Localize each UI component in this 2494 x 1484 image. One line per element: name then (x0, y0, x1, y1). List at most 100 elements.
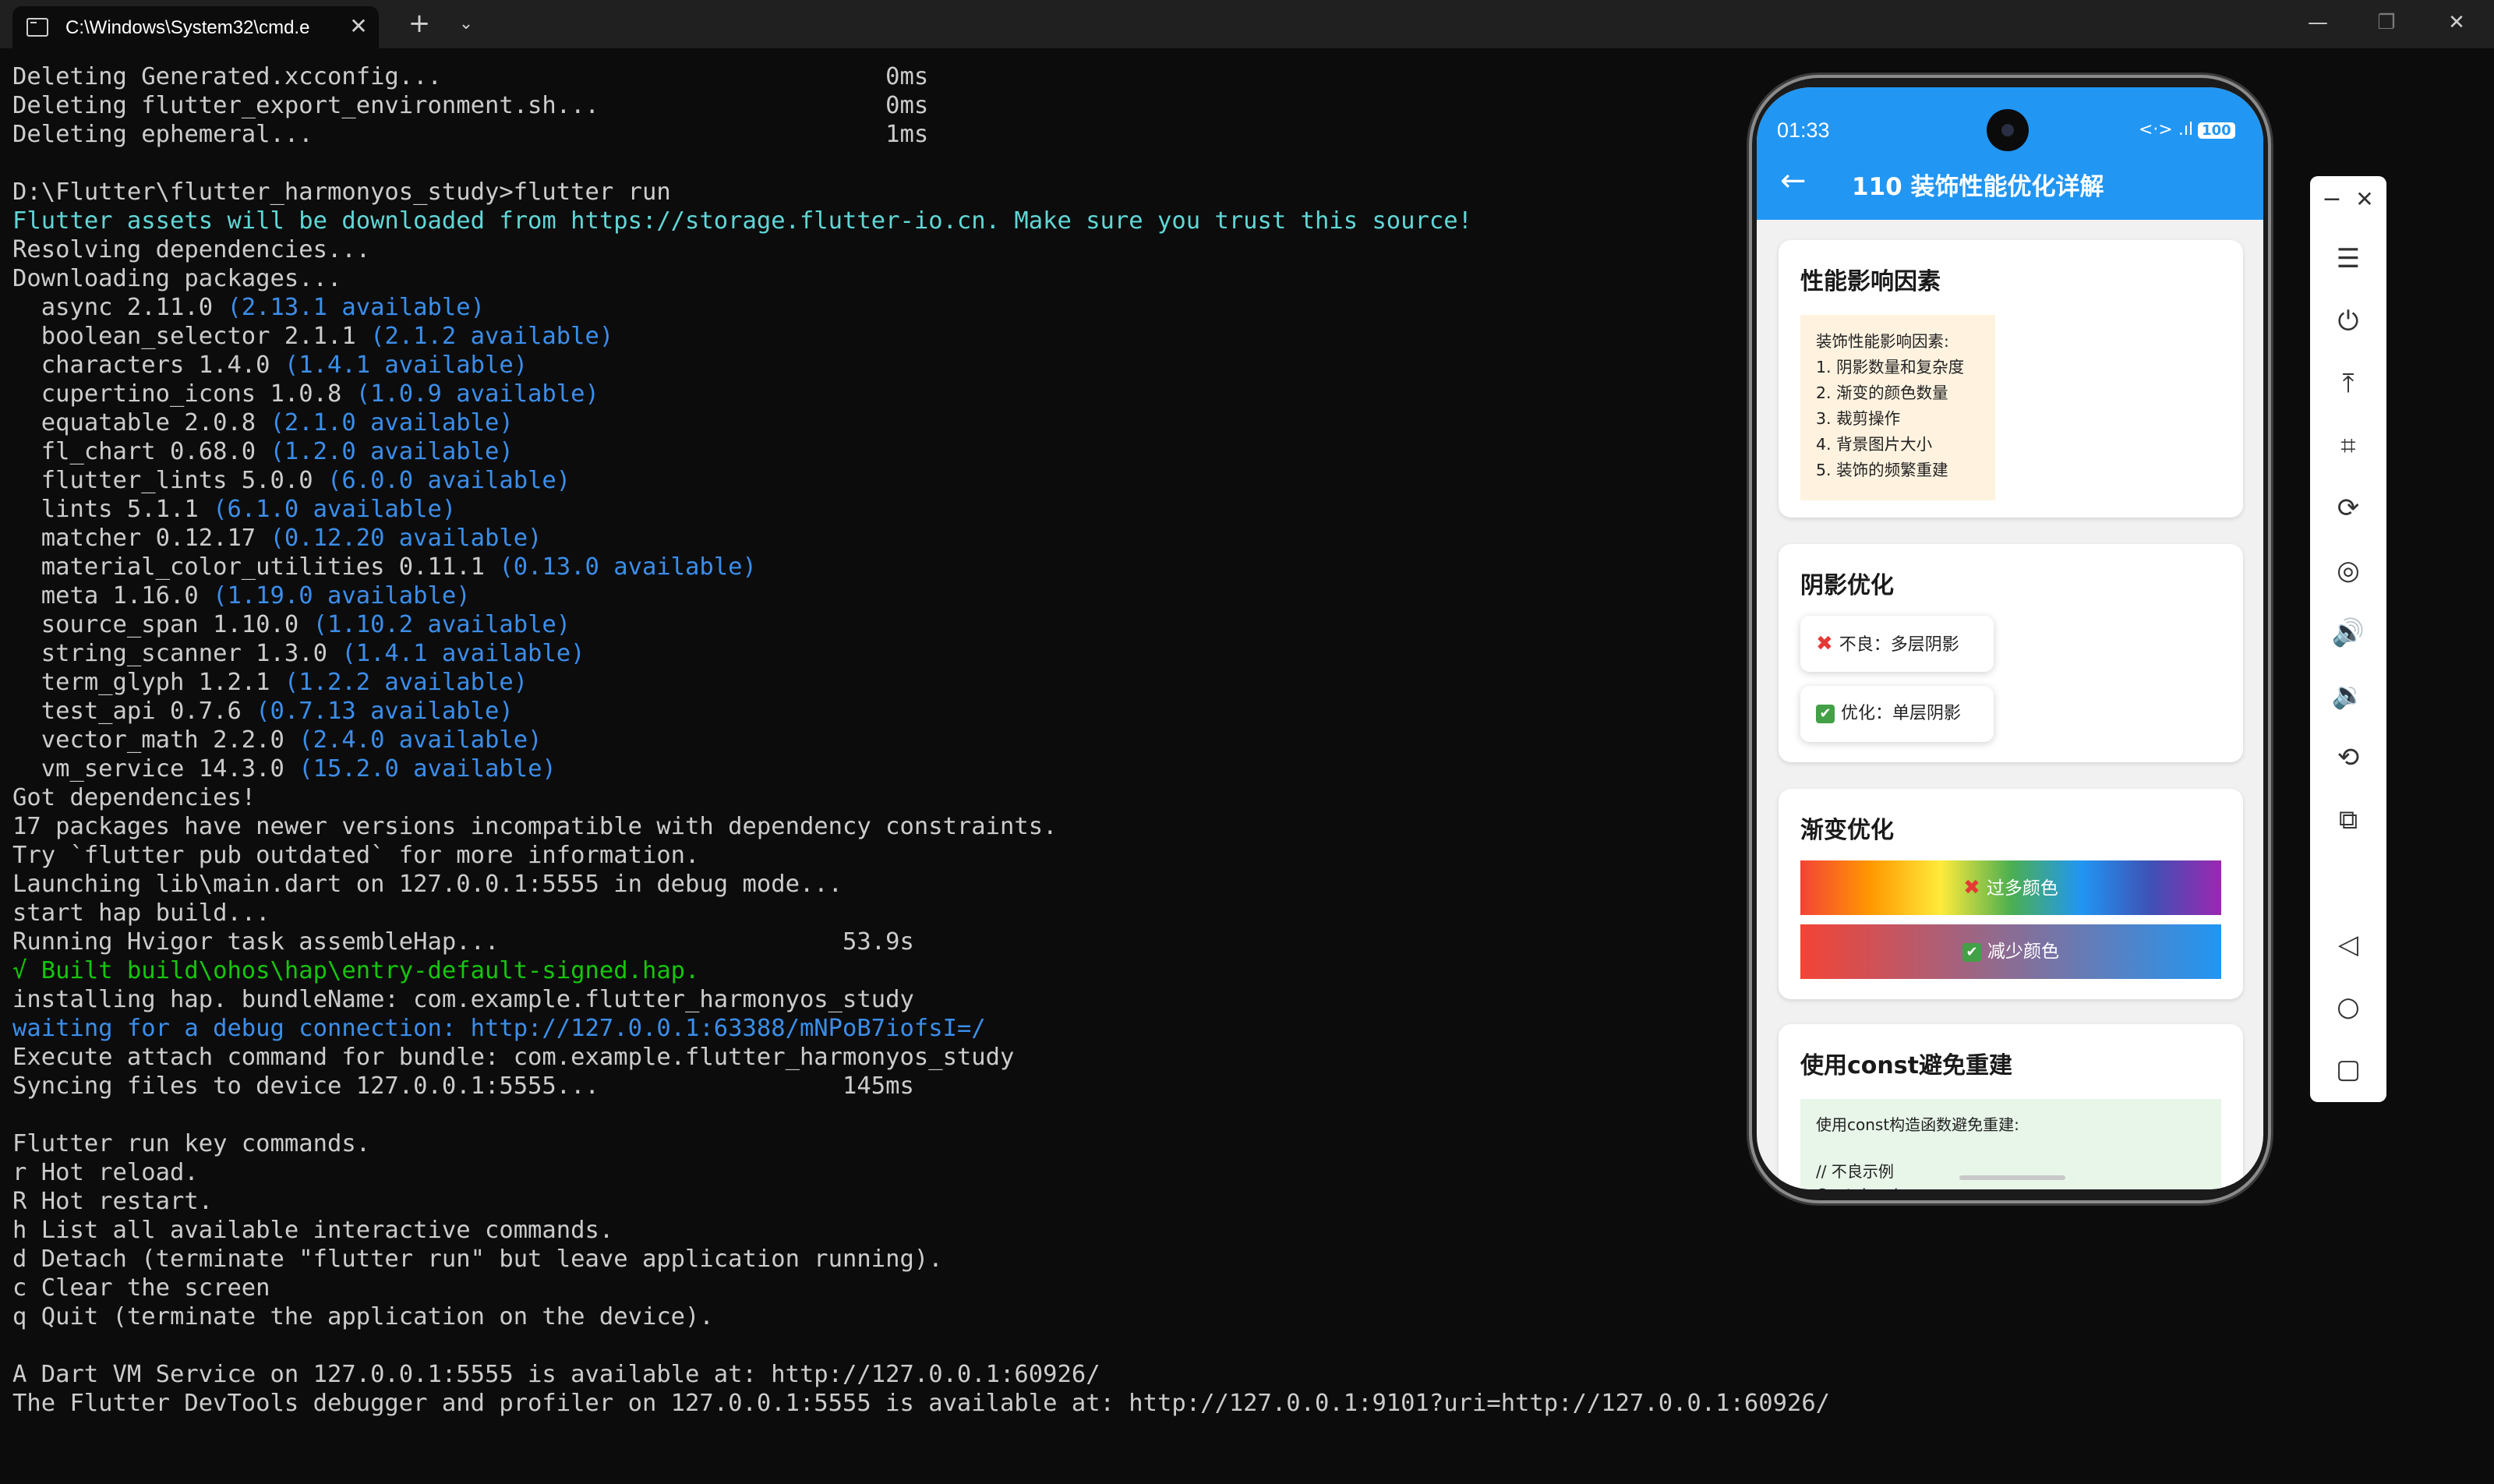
terminal-line: boolean_selector 2.1.1 (2.1.2 available) (12, 322, 1727, 351)
terminal-line: start hap build... (12, 899, 1727, 928)
terminal-line: material_color_utilities 0.11.1 (0.13.0 … (12, 553, 1727, 581)
terminal-text: vm_service 14.3.0 (12, 755, 299, 783)
terminal-line: Got dependencies! (12, 783, 1727, 812)
terminal-text: lints 5.1.1 (12, 496, 214, 523)
terminal-line: 17 packages have newer versions incompat… (12, 812, 1727, 841)
terminal-line: flutter_lints 5.0.0 (6.0.0 available) (12, 466, 1727, 495)
factor-line: 装饰性能影响因素: (1816, 332, 1949, 351)
menu-icon[interactable]: ☰ (2310, 235, 2386, 282)
record-icon[interactable]: ◎ (2310, 547, 2386, 594)
terminal-text: flutter_lints 5.0.0 (12, 467, 327, 494)
terminal-output[interactable]: Deleting Generated.xcconfig... 0ms Deleti… (12, 62, 1830, 1418)
terminal-text: characters 1.4.0 (12, 352, 284, 379)
back-arrow-icon[interactable]: ← (1780, 165, 1807, 196)
signal-icon: <·> .ıl (2139, 120, 2194, 140)
terminal-text: Downloading packages... (12, 265, 342, 292)
terminal-text: Got dependencies! (12, 784, 256, 811)
volume-up-icon[interactable]: 🔊 (2310, 610, 2386, 656)
code-line: 使用const构造函数避免重建: (1816, 1115, 2019, 1134)
terminal-line: Deleting flutter_export_environment.sh..… (12, 91, 1727, 120)
maximize-button[interactable]: ❐ (2351, 0, 2422, 47)
terminal-text: async 2.11.0 (12, 294, 228, 321)
terminal-text: Flutter run key commands. (12, 1130, 371, 1157)
tab-dropdown-button[interactable]: ⌄ (446, 8, 486, 41)
tab-close-button[interactable]: ✕ (343, 11, 374, 42)
emulator-toolbar: − ✕ ☰ ⏻ ⤒ ⌗ ⟳ ◎ 🔊 🔉 ⟲ ⧉ ◁ ○ ▢ (2310, 176, 2386, 1102)
terminal-text: Deleting flutter_export_environment.sh..… (12, 92, 929, 119)
terminal-text: waiting for a debug connection: http://1… (12, 1015, 986, 1042)
terminal-line: Running Hvigor task assembleHap... 53.9s (12, 928, 1727, 956)
factor-line: 5. 装饰的频繁重建 (1816, 461, 1948, 479)
toolbar-minimize-button[interactable]: − (2316, 184, 2347, 215)
terminal-text: (0.7.13 available) (256, 698, 514, 725)
page-title: 110 装饰性能优化详解 (1852, 173, 2104, 201)
terminal-line: Downloading packages... (12, 264, 1727, 293)
terminal-line: lints 5.1.1 (6.1.0 available) (12, 495, 1727, 524)
terminal-text: (0.12.20 available) (270, 525, 542, 552)
terminal-text: Syncing files to device 127.0.0.1:5555..… (12, 1072, 914, 1100)
terminal-line: Try `flutter pub outdated` for more info… (12, 841, 1727, 870)
terminal-text: (1.19.0 available) (213, 582, 471, 610)
terminal-line: equatable 2.0.8 (2.1.0 available) (12, 408, 1727, 437)
terminal-line: Deleting ephemeral... 1ms (12, 120, 1727, 149)
terminal-text: (1.10.2 available) (313, 611, 571, 638)
terminal-text: D:\Flutter\flutter_harmonyos_study>flutt… (12, 178, 671, 206)
nav-home-icon[interactable]: ○ (2310, 984, 2386, 1030)
minimize-button[interactable]: — (2282, 0, 2354, 47)
terminal-text: cupertino_icons 1.0.8 (12, 380, 356, 408)
home-indicator[interactable] (1959, 1175, 2065, 1180)
toolbar-close-button[interactable]: ✕ (2349, 184, 2380, 215)
terminal-line: waiting for a debug connection: http://1… (12, 1014, 1727, 1043)
terminal-text: installing hap. bundleName: com.example.… (12, 986, 914, 1013)
terminal-text: d Detach (terminate "flutter run" but le… (12, 1246, 943, 1273)
terminal-text: Flutter assets will be downloaded from h… (12, 207, 1472, 235)
factor-line: 2. 渐变的颜色数量 (1816, 383, 1948, 402)
cross-icon: ✖ (1963, 876, 1980, 899)
phone-screen[interactable]: 01:33 <·> .ıl 100 ← 110 装饰性能优化详解 性能影响因素 装… (1757, 87, 2263, 1189)
cmd-icon (26, 18, 48, 37)
terminal-line: source_span 1.10.0 (1.10.2 available) (12, 610, 1727, 639)
terminal-line: term_glyph 1.2.1 (1.2.2 available) (12, 668, 1727, 697)
terminal-text: (2.1.0 available) (270, 409, 514, 436)
crop-icon[interactable]: ⌗ (2310, 422, 2386, 469)
terminal-text: Execute attach command for bundle: com.e… (12, 1044, 1015, 1071)
close-window-button[interactable]: ✕ (2421, 0, 2492, 47)
upload-icon[interactable]: ⤒ (2310, 360, 2386, 407)
terminal-text: material_color_utilities 0.11.1 (12, 553, 500, 581)
good-shadow-label: 优化：单层阴影 (1841, 704, 1962, 723)
terminal-tab[interactable]: C:\Windows\System32\cmd.e ✕ (12, 6, 379, 48)
nav-recent-icon[interactable]: ▢ (2310, 1046, 2386, 1093)
card-title: 阴影优化 (1800, 572, 1894, 599)
terminal-line: h List all available interactive command… (12, 1216, 1727, 1245)
many-colors-gradient: ✖ 过多颜色 (1800, 860, 2221, 915)
code-line: Container( (1816, 1183, 2206, 1189)
terminal-text: (6.1.0 available) (213, 496, 457, 523)
multi-device-icon[interactable]: ⧉ (2310, 797, 2386, 843)
terminal-text: string_scanner 1.3.0 (12, 640, 342, 667)
terminal-text: equatable 2.0.8 (12, 409, 270, 436)
nav-back-icon[interactable]: ◁ (2310, 921, 2386, 968)
check-icon: ✔ (1816, 705, 1835, 723)
terminal-text: Deleting Generated.xcconfig... 0ms (12, 63, 929, 90)
rotate-icon[interactable]: ⟳ (2310, 485, 2386, 532)
terminal-line: r Hot reload. (12, 1158, 1727, 1187)
card-title: 性能影响因素 (1800, 268, 1941, 295)
card-gradient-optimization: 渐变优化 ✖ 过多颜色 ✔ 减少颜色 (1779, 789, 2243, 999)
terminal-text: test_api 0.7.6 (12, 698, 256, 725)
volume-down-icon[interactable]: 🔉 (2310, 672, 2386, 719)
terminal-text: (2.4.0 available) (299, 726, 542, 754)
card-const-rebuild: 使用const避免重建 使用const构造函数避免重建: // 不良示例 Con… (1779, 1024, 2243, 1189)
power-icon[interactable]: ⏻ (2310, 298, 2386, 344)
terminal-text: r Hot reload. (12, 1159, 199, 1186)
terminal-text: A Dart VM Service on 127.0.0.1:5555 is a… (12, 1361, 1100, 1388)
terminal-text: start hap build... (12, 899, 270, 927)
terminal-text: Running Hvigor task assembleHap... 53.9s (12, 928, 914, 956)
terminal-text: Try `flutter pub outdated` for more info… (12, 842, 700, 869)
shake-icon[interactable]: ⟲ (2310, 734, 2386, 781)
terminal-text: meta 1.16.0 (12, 582, 214, 610)
terminal-text: c Clear the screen (12, 1274, 270, 1302)
new-tab-button[interactable]: + (399, 8, 440, 41)
